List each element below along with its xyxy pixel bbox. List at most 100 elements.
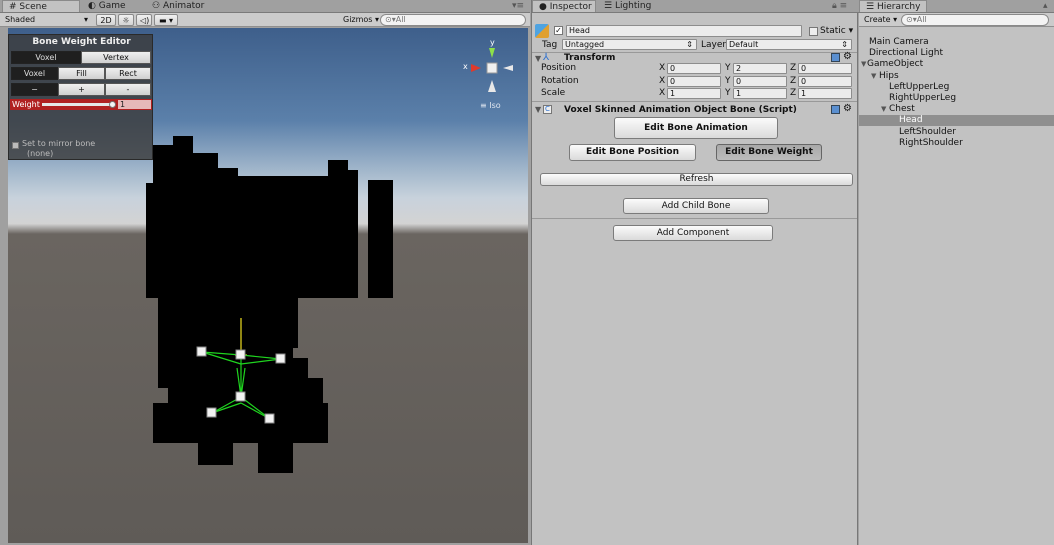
game-pacman-icon: ◐ [88, 1, 96, 11]
transform-foldout-arrow[interactable]: ▼ [535, 54, 541, 63]
scene-viewport[interactable]: y x ≡ Iso Bone Weight Editor Voxel Verte… [8, 28, 528, 543]
gear-icon[interactable]: ⚙ [843, 103, 852, 114]
scale-y-field[interactable]: 1 [733, 88, 787, 99]
edit-bone-animation-button[interactable]: Edit Bone Animation [614, 117, 778, 139]
hierarchy-item[interactable]: ▼ GameObject [859, 59, 1054, 70]
edit-bone-position-button[interactable]: Edit Bone Position [569, 144, 696, 161]
lighting-toggle-icon[interactable]: ☼ [118, 14, 134, 26]
chevron-down-icon: ▾ [83, 15, 88, 24]
rotation-x-field[interactable]: 0 [667, 76, 721, 87]
hierarchy-item[interactable]: LeftShoulder [859, 127, 1054, 138]
hierarchy-item-label: Head [899, 115, 923, 126]
mirror-checkbox[interactable] [12, 142, 19, 149]
edit-bone-weight-button[interactable]: Edit Bone Weight [716, 144, 822, 161]
object-name-field[interactable]: Head [566, 25, 802, 37]
tab-inspector[interactable]: ● Inspector [532, 0, 596, 12]
scale-z-field[interactable]: 1 [798, 88, 852, 99]
hierarchy-item[interactable]: LeftUpperLeg [859, 82, 1054, 93]
inspector-lock-icon[interactable]: 🔒︎ ≡ [826, 0, 853, 12]
tab-lighting-label: Lighting [614, 1, 652, 11]
scale-x-field[interactable]: 1 [667, 88, 721, 99]
axis-y-label: Y [725, 76, 731, 86]
active-checkbox[interactable]: ✓ [554, 26, 563, 35]
create-dropdown[interactable]: Create ▾ [861, 14, 899, 26]
position-z-field[interactable]: 0 [798, 63, 852, 74]
bone-line [240, 358, 282, 365]
axis-x-label: X [659, 76, 666, 86]
panel-menu-icon[interactable]: ▾≡ [506, 0, 530, 12]
bone-line [240, 354, 282, 360]
hierarchy-item[interactable]: RightUpperLeg [859, 93, 1054, 104]
projection-label[interactable]: ≡ Iso [480, 101, 501, 110]
audio-toggle-icon[interactable]: ◁) [136, 14, 152, 26]
script-enabled-checkbox[interactable]: C [543, 105, 552, 114]
bone-handle[interactable] [275, 353, 286, 364]
hierarchy-item[interactable]: ▼ Chest [859, 104, 1054, 115]
bone-handle[interactable] [264, 413, 275, 424]
hierarchy-item[interactable]: RightShoulder [859, 138, 1054, 149]
weight-slider-thumb[interactable] [109, 101, 116, 108]
layer-dropdown[interactable]: Default ⇕ [726, 39, 852, 50]
transform-row-label: Rotation [541, 76, 579, 86]
component-help-icon[interactable] [831, 105, 840, 114]
axis-z-label: Z [790, 88, 797, 98]
scene-search-input[interactable]: ⊙▾All [380, 14, 526, 26]
bone-handle[interactable] [235, 349, 246, 360]
bone-weight-editor-title: Bone Weight Editor [32, 37, 131, 47]
tool-rect-button[interactable]: Rect [105, 67, 151, 80]
hierarchy-item-label: LeftShoulder [899, 126, 957, 137]
scene-tabbar: # Scene ◐ Game ⚇ Animator ▾≡ [0, 0, 530, 13]
op-replace-button[interactable]: − [11, 83, 58, 96]
add-component-button[interactable]: Add Component [613, 225, 773, 241]
op-add-button[interactable]: + [58, 83, 105, 96]
hierarchy-tabbar: ☰ Hierarchy ▴ [859, 0, 1054, 13]
gear-icon[interactable]: ⚙ [843, 51, 852, 62]
scene-toolbar: Shaded ▾ 2D ☼ ◁) ▬ ▾ Gizmos ▾ ⊙▾All [0, 13, 530, 27]
bone-handle[interactable] [235, 391, 246, 402]
mode-voxel-button[interactable]: Voxel [11, 51, 81, 64]
hierarchy-item[interactable]: Main Camera [859, 37, 1054, 48]
static-checkbox[interactable] [809, 27, 818, 36]
tab-animator[interactable]: ⚇ Animator [146, 0, 210, 12]
rotation-z-field[interactable]: 0 [798, 76, 852, 87]
weight-value-field[interactable]: 1 [118, 100, 151, 109]
mode-vertex-button[interactable]: Vertex [81, 51, 151, 64]
toggle-2d-button[interactable]: 2D [96, 14, 116, 26]
tab-game[interactable]: ◐ Game [82, 0, 132, 12]
tab-hierarchy[interactable]: ☰ Hierarchy [859, 0, 927, 12]
tab-scene-label: Scene [19, 2, 47, 12]
op-subtract-button[interactable]: - [105, 83, 151, 96]
hierarchy-item[interactable]: Head [859, 115, 1054, 127]
tag-dropdown[interactable]: Untagged ⇕ [562, 39, 697, 50]
tab-game-label: Game [98, 1, 126, 11]
hierarchy-item[interactable]: Directional Light [859, 48, 1054, 59]
foldout-arrow-icon[interactable]: ▼ [861, 59, 866, 70]
script-foldout-arrow[interactable]: ▼ [535, 105, 541, 114]
tab-scene[interactable]: # Scene [2, 0, 80, 12]
add-child-bone-button[interactable]: Add Child Bone [623, 198, 769, 214]
mirror-label: Set to mirror bone [22, 139, 96, 148]
weight-slider-track[interactable] [42, 103, 112, 106]
gizmos-dropdown[interactable]: Gizmos ▾ [340, 14, 379, 26]
tool-fill-button[interactable]: Fill [58, 67, 105, 80]
effects-dropdown-icon[interactable]: ▬ ▾ [154, 14, 178, 26]
position-x-field[interactable]: 0 [667, 63, 721, 74]
inspector-tabbar: ● Inspector ☰ Lighting 🔒︎ ≡ [532, 0, 859, 13]
rotation-y-field[interactable]: 0 [733, 76, 787, 87]
bone-handle[interactable] [206, 407, 217, 418]
hierarchy-lock-icon[interactable]: ▴ [1037, 0, 1054, 12]
position-y-field[interactable]: 2 [733, 63, 787, 74]
tool-voxel-button[interactable]: Voxel [11, 67, 58, 80]
axis-z-label: Z [790, 63, 797, 73]
refresh-button[interactable]: Refresh [540, 173, 853, 186]
foldout-arrow-icon[interactable]: ▼ [871, 71, 876, 82]
component-help-icon[interactable] [831, 53, 840, 62]
search-icon: ⊙▾ [906, 15, 917, 24]
hierarchy-search-input[interactable]: ⊙▾All [901, 14, 1049, 26]
iso-lines-icon: ≡ [480, 101, 487, 110]
foldout-arrow-icon[interactable]: ▼ [881, 104, 886, 115]
hierarchy-item[interactable]: ▼ Hips [859, 71, 1054, 82]
tab-lighting[interactable]: ☰ Lighting [598, 0, 657, 12]
shading-mode-dropdown[interactable]: Shaded ▾ [2, 14, 90, 26]
bone-handle[interactable] [196, 346, 207, 357]
